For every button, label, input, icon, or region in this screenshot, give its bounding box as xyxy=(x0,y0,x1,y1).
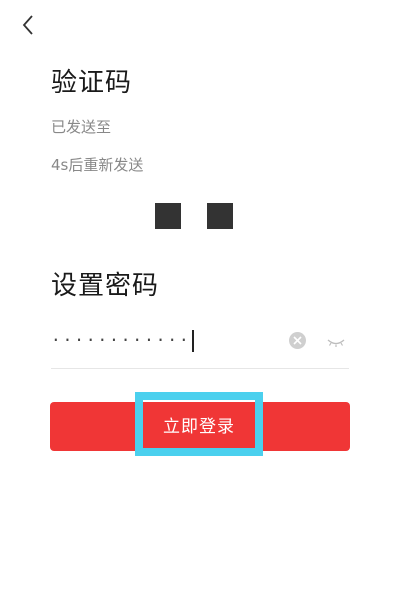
chevron-left-icon xyxy=(22,15,33,35)
verify-code-title: 验证码 xyxy=(51,68,133,98)
login-screen: 验证码 已发送至 4s后重新发送 设置密码 ············ 立即登录 xyxy=(0,0,393,614)
text-caret xyxy=(191,330,194,352)
password-masked-value: ············ xyxy=(51,330,191,350)
eye-closed-icon[interactable] xyxy=(325,332,347,350)
code-digit-box[interactable] xyxy=(207,203,233,229)
password-input[interactable]: ············ xyxy=(51,330,194,352)
clear-circle-icon[interactable] xyxy=(289,332,306,349)
resend-countdown[interactable]: 4s后重新发送 xyxy=(51,154,143,175)
login-button[interactable] xyxy=(50,402,350,451)
password-field[interactable]: ············ xyxy=(51,322,349,369)
set-password-title: 设置密码 xyxy=(51,271,160,301)
back-button[interactable] xyxy=(14,10,42,40)
code-digit-box[interactable] xyxy=(155,203,181,229)
sent-to-label: 已发送至 xyxy=(51,118,112,136)
